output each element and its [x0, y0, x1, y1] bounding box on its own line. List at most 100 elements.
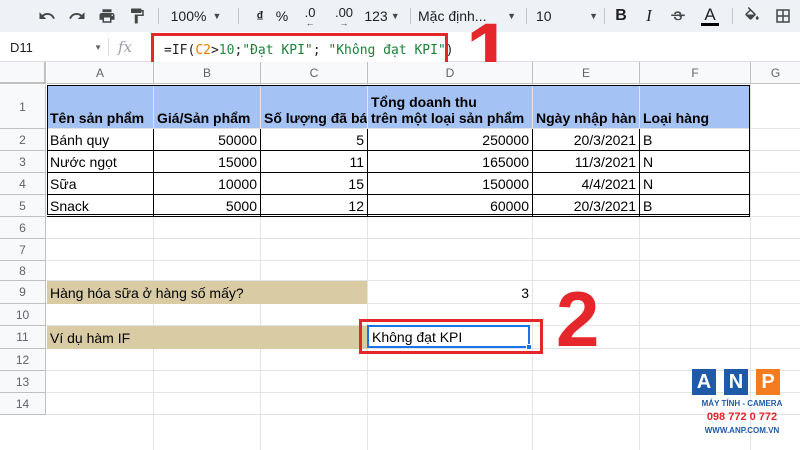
row-header[interactable]: 3: [0, 151, 46, 173]
cell-A2[interactable]: Bánh quy: [47, 129, 154, 151]
fill-color-button[interactable]: [740, 0, 764, 32]
paint-format-button[interactable]: [124, 0, 150, 32]
cell-F1[interactable]: Loại hàng: [640, 85, 750, 128]
cell-E5[interactable]: 20/3/2021: [533, 195, 640, 217]
name-box[interactable]: D11 ▼: [6, 36, 106, 58]
text-color-label: A: [704, 5, 716, 24]
print-button[interactable]: [94, 0, 120, 32]
formula-reference: C2: [195, 43, 211, 58]
cell-C4[interactable]: 15: [261, 173, 368, 195]
cell-D2[interactable]: 250000: [368, 129, 533, 151]
column-header[interactable]: C: [261, 62, 368, 84]
undo-button[interactable]: [34, 0, 60, 32]
cell-D3[interactable]: 165000: [368, 151, 533, 173]
row-header[interactable]: 5: [0, 195, 46, 217]
column-header[interactable]: G: [751, 62, 800, 84]
borders-icon: [776, 9, 790, 23]
row-header[interactable]: 12: [0, 349, 46, 371]
font-size-select[interactable]: 10 ▼: [536, 0, 598, 32]
cell-C3[interactable]: 11: [261, 151, 368, 173]
cell-C2[interactable]: 5: [261, 129, 368, 151]
cell-A11[interactable]: Ví dụ hàm IF: [47, 326, 367, 349]
formula-true-value: "Đạt KPI": [242, 43, 313, 58]
borders-button[interactable]: [770, 0, 796, 32]
paint-format-icon: [131, 8, 144, 24]
select-all-corner[interactable]: [0, 62, 46, 84]
logo-tagline: MÁY TÍNH - CAMERA: [701, 399, 783, 408]
formula-operator: >: [210, 43, 219, 58]
cell-F3[interactable]: N: [640, 151, 750, 173]
formula-number: 10: [218, 43, 235, 58]
highlight-box: [359, 319, 543, 354]
strikethrough-button[interactable]: [666, 0, 690, 32]
formula-bar-divider: [108, 38, 109, 56]
cell-B4[interactable]: 10000: [154, 173, 261, 195]
column-header[interactable]: F: [640, 62, 751, 84]
redo-button[interactable]: [64, 0, 90, 32]
cell-E4[interactable]: 4/4/2021: [533, 173, 640, 195]
currency-label: ₫: [256, 8, 264, 24]
spreadsheet-grid: ABCDEFG 1 2 3 4 5 6 7 8 9 10 11 12 13 14 Tên sản phẩm…: [0, 62, 800, 450]
cell-D9[interactable]: 3: [368, 281, 532, 304]
cell-A5[interactable]: Snack: [47, 195, 154, 217]
bold-button[interactable]: B: [610, 0, 632, 32]
cell-A3[interactable]: Nước ngọt: [47, 151, 154, 173]
column-header[interactable]: D: [368, 62, 533, 84]
cell-E2[interactable]: 20/3/2021: [533, 129, 640, 151]
row-header[interactable]: 6: [0, 217, 46, 239]
row-header[interactable]: 4: [0, 173, 46, 195]
row-header[interactable]: 9: [0, 281, 46, 304]
formula-close: ): [445, 43, 454, 58]
row-header[interactable]: 8: [0, 261, 46, 281]
row-header[interactable]: 2: [0, 129, 46, 151]
row-header[interactable]: 10: [0, 304, 46, 326]
number-format-select[interactable]: 123 ▼: [360, 0, 404, 32]
decrease-decimal-label: .0: [304, 4, 316, 20]
italic-button[interactable]: I: [638, 0, 660, 32]
cell-D4[interactable]: 150000: [368, 173, 533, 195]
redo-icon: [69, 12, 85, 19]
cell-D5[interactable]: 60000: [368, 195, 533, 217]
cell-C5[interactable]: 12: [261, 195, 368, 217]
cell-D1[interactable]: Tổng doanh thu trên một loại sản phẩm: [368, 85, 532, 128]
logo-letter: A: [692, 369, 716, 395]
cell-F2[interactable]: B: [640, 129, 750, 151]
toolbar-divider: [410, 8, 411, 24]
cell-A1[interactable]: Tên sản phẩm: [47, 85, 153, 128]
bold-label: B: [615, 7, 627, 24]
percent-format-button[interactable]: %: [272, 0, 292, 32]
callout-number-2: 2: [556, 275, 600, 363]
cell-B1[interactable]: Giá/Sản phẩm: [154, 85, 260, 128]
toolbar-divider: [732, 8, 733, 24]
chevron-down-icon: ▼: [212, 11, 222, 21]
cell-A9[interactable]: Hàng hóa sữa ở hàng số mấy?: [47, 281, 367, 304]
cell-E1[interactable]: Ngày nhập hàn: [533, 85, 639, 128]
text-color-button[interactable]: A: [696, 0, 724, 32]
cell-F4[interactable]: N: [640, 173, 750, 195]
strikethrough-icon: [671, 11, 685, 21]
increase-decimal-button[interactable]: .00 →: [328, 0, 360, 32]
row-header[interactable]: 13: [0, 371, 46, 393]
chevron-down-icon: ▼: [94, 42, 102, 52]
row-header[interactable]: 14: [0, 393, 46, 415]
chevron-down-icon: ▼: [390, 11, 400, 21]
cell-A4[interactable]: Sữa: [47, 173, 154, 195]
cell-B5[interactable]: 5000: [154, 195, 261, 217]
anp-logo: A N P MÁY TÍNH - CAMERA 098 772 0 772 WW…: [684, 361, 800, 450]
column-header[interactable]: A: [47, 62, 154, 84]
cell-B2[interactable]: 50000: [154, 129, 261, 151]
row-header[interactable]: 11: [0, 326, 46, 349]
row-header[interactable]: 1: [0, 85, 46, 129]
cell-E3[interactable]: 11/3/2021: [533, 151, 640, 173]
cell-F5[interactable]: B: [640, 195, 750, 217]
cell-C1[interactable]: Số lượng đã bá: [261, 85, 367, 128]
row-header[interactable]: 7: [0, 239, 46, 261]
percent-label: %: [275, 8, 289, 24]
zoom-select[interactable]: 100% ▼: [166, 0, 226, 32]
arrow-left-icon: ←: [305, 17, 315, 28]
cell-B3[interactable]: 15000: [154, 151, 261, 173]
decrease-decimal-button[interactable]: .0 ←: [296, 0, 324, 32]
column-header[interactable]: B: [154, 62, 261, 84]
currency-format-button[interactable]: ₫: [250, 0, 270, 32]
column-header[interactable]: E: [533, 62, 640, 84]
